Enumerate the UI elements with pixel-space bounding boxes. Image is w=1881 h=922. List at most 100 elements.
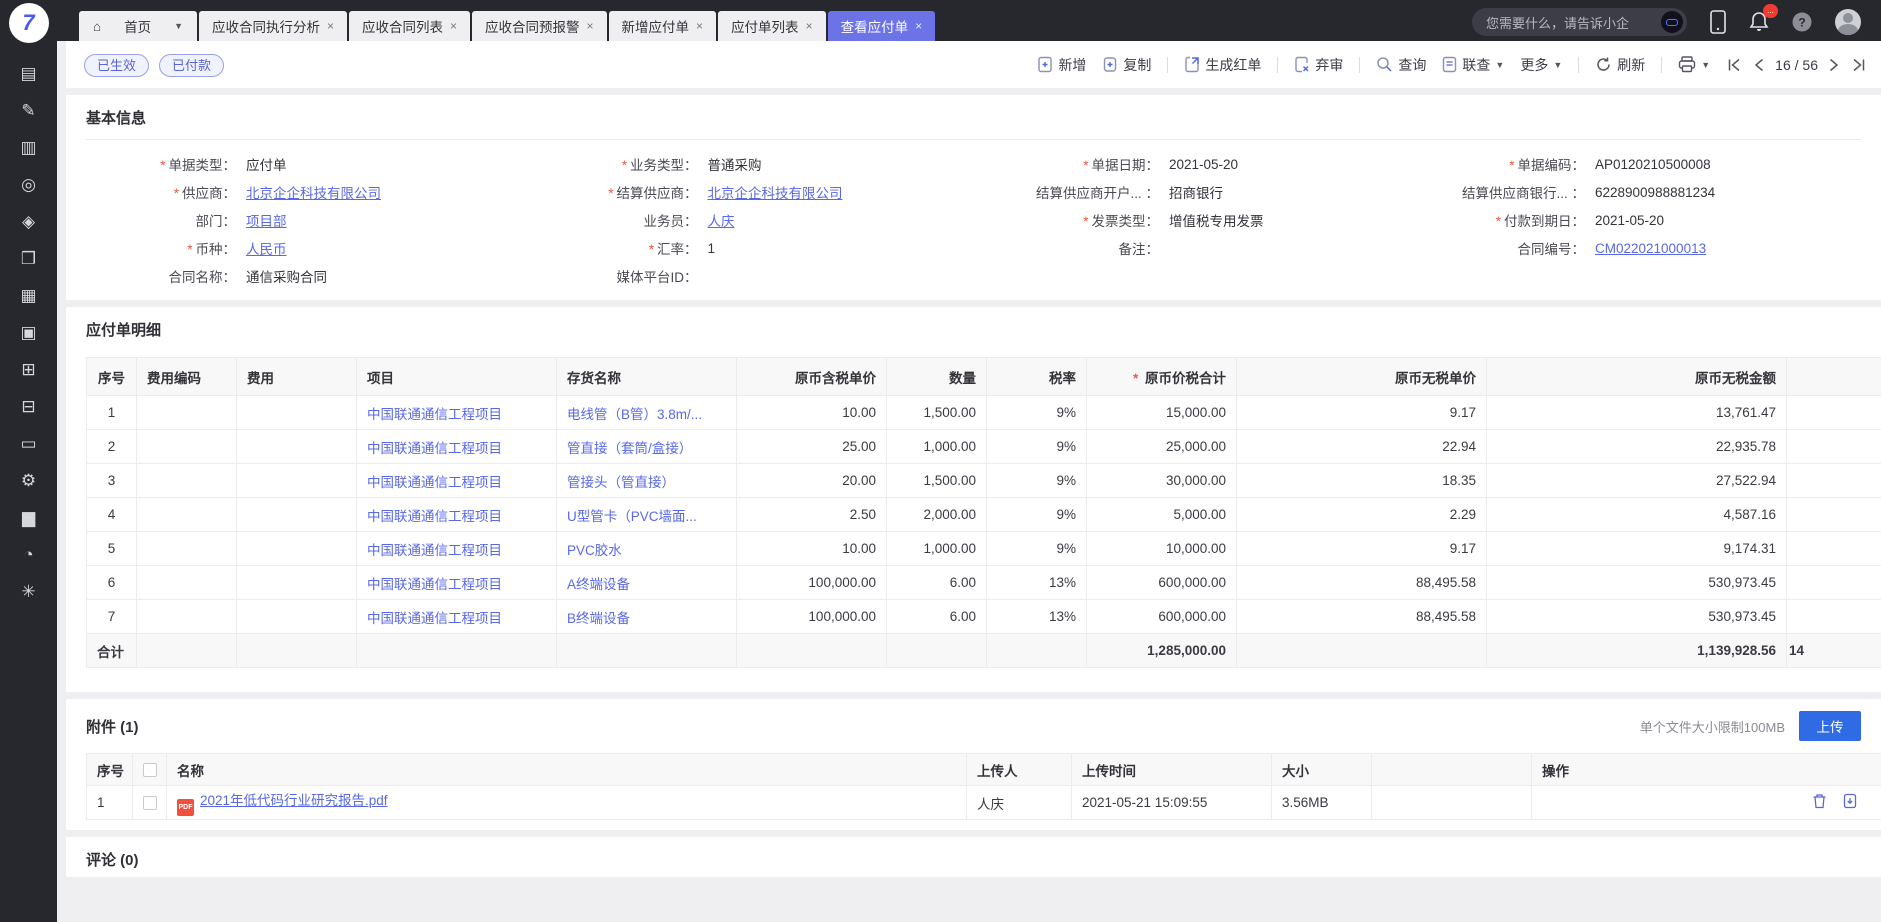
item-link[interactable]: 管直接（套筒/盒接） [567,441,692,456]
form-field-3: *单据日期：2021-05-20 [1009,150,1435,178]
upload-button[interactable]: 上传 [1799,711,1861,741]
toolbar-button-6[interactable]: 联查▼ [1442,55,1504,75]
form-field-9: 部门：项目部 [86,206,548,234]
app-logo[interactable]: 7 [9,3,49,43]
column-header: 原币无税金额 [1487,358,1787,396]
tab-1[interactable]: 应收合同执行分析× [199,11,347,41]
attachment-link[interactable]: 2021年低代码行业研究报告.pdf [200,793,388,808]
field-value[interactable]: 人民币 [246,238,287,258]
item-link[interactable]: PVC胶水 [567,543,622,558]
close-tab-icon[interactable]: × [806,19,813,33]
close-tab-icon[interactable]: × [587,19,594,33]
compose-doc-icon[interactable]: ✎ [0,92,57,129]
project-link[interactable]: 中国联通通信工程项目 [367,475,502,490]
project-link[interactable]: 中国联通通信工程项目 [367,407,502,422]
form-field-4: *单据编码：AP0120210500008 [1435,150,1861,178]
close-tab-icon[interactable]: × [450,19,457,33]
tab-4[interactable]: 新增应付单× [609,11,717,41]
tab-5[interactable]: 应付单列表 × [718,11,826,41]
field-value[interactable]: 人庆 [708,210,735,230]
prev-page-icon[interactable] [1752,57,1765,73]
cell-project: 中国联通通信工程项目 [357,430,557,464]
next-page-icon[interactable] [1828,57,1841,73]
field-label: *单据日期： [1009,154,1159,174]
help-icon[interactable]: ? [1791,11,1813,33]
toolbar-button-1[interactable]: 新增 [1037,55,1086,75]
project-link[interactable]: 中国联通通信工程项目 [367,509,502,524]
field-value[interactable]: 北京企企科技有限公司 [246,182,381,202]
close-tab-icon[interactable]: × [696,19,703,33]
package-icon[interactable]: ❒ [0,240,57,277]
tab-2[interactable]: 应收合同列表× [349,11,470,41]
tab-label: 应付单列表 [731,16,799,36]
basic-info-section: 基本信息 *单据类型：应付单*业务类型：普通采购*单据日期：2021-05-20… [66,95,1881,300]
last-page-icon[interactable] [1851,57,1867,73]
delete-icon[interactable] [1812,793,1827,812]
ledger-icon[interactable]: ▥ [0,129,57,166]
bar-chart-icon[interactable]: ▆ [0,499,57,536]
total-net_price [1237,634,1487,668]
tab-home[interactable]: ⌂ 首页 ▼ [79,11,197,41]
cashbox-icon[interactable]: ▣ [0,314,57,351]
payout-icon[interactable]: ◎ [0,166,57,203]
asterisk-icon[interactable]: ✳ [0,573,57,610]
field-value[interactable]: 项目部 [246,210,287,230]
required-asterisk: * [608,186,613,201]
tab-6[interactable]: 查看应付单× [828,11,936,41]
toolbar-button-3[interactable]: 生成红单 [1184,55,1261,75]
field-value[interactable]: 北京企企科技有限公司 [708,182,843,202]
cell-extra [1787,566,1881,600]
toolbar-button-8[interactable]: 刷新 [1595,55,1645,75]
record-toolbar: 已生效已付款 新增复制生成红单弃审查询联查▼更多▼刷新 ▼ 16 / 56 [66,41,1881,88]
id-card-icon[interactable]: ▭ [0,425,57,462]
close-tab-icon[interactable]: × [915,19,922,33]
mobile-icon[interactable] [1709,10,1727,34]
calculator-icon[interactable]: ▦ [0,277,57,314]
more-button[interactable]: 更多▼ [1520,55,1562,75]
toolbar-button-2[interactable]: 复制 [1102,55,1151,75]
cell-price: 100,000.00 [737,566,887,600]
project-link[interactable]: 中国联通通信工程项目 [367,611,502,626]
required-asterisk: * [174,186,179,201]
project-link[interactable]: 中国联通通信工程项目 [367,441,502,456]
first-page-icon[interactable] [1726,57,1742,73]
status-badge: 已生效 [84,54,149,77]
preview-download-icon[interactable] [1843,793,1857,812]
field-value[interactable]: CM022021000013 [1595,241,1706,256]
print-button[interactable]: ▼ [1678,56,1710,73]
cell-total: 15,000.00 [1087,396,1237,430]
total-net_amount: 1,139,928.56 [1487,634,1787,668]
toolbar-button-4[interactable]: 弃审 [1294,55,1343,75]
project-link[interactable]: 中国联通通信工程项目 [367,543,502,558]
user-avatar[interactable] [1835,9,1861,35]
table-row: 4中国联通通信工程项目U型管卡（PVC墙面...2.502,000.009%5,… [87,498,1881,532]
item-link[interactable]: 管接头（管直接） [567,475,675,490]
close-tab-icon[interactable]: × [327,19,334,33]
cell-no: 4 [87,498,137,532]
bell-icon[interactable]: ... [1749,11,1769,33]
project-link[interactable]: 中国联通通信工程项目 [367,577,502,592]
row-checkbox[interactable] [143,796,157,810]
cell-qty: 1,500.00 [887,396,987,430]
assistant-search-placeholder: 您需要什么，请告诉小企 [1486,13,1629,32]
cell-fee_code [137,532,237,566]
item-link[interactable]: U型管卡（PVC墙面... [567,509,697,524]
toolbar-button-5[interactable]: 查询 [1376,55,1426,75]
assistant-search-input[interactable]: 您需要什么，请告诉小企 [1472,8,1687,36]
apps-grid-icon[interactable]: ⊞ [0,351,57,388]
toolbar-separator [1578,57,1579,73]
tab-3[interactable]: 应收合同预报警× [472,11,607,41]
menu-list-icon[interactable]: ▤ [0,55,57,92]
item-link[interactable]: 电线管（B管）3.8m/... [567,407,702,422]
settings-gear-icon[interactable]: ⚙ [0,462,57,499]
required-asterisk: * [187,242,192,257]
history-clock-icon[interactable]: ◔ [0,536,57,573]
cell-net_price: 88,495.58 [1237,566,1487,600]
billing-doc-icon[interactable]: ⊟ [0,388,57,425]
item-link[interactable]: B终端设备 [567,611,630,626]
guarantee-icon[interactable]: ◈ [0,203,57,240]
cell-price: 10.00 [737,396,887,430]
attachments-title: 附件 (1) [86,716,139,737]
select-all-checkbox[interactable] [143,763,157,777]
item-link[interactable]: A终端设备 [567,577,630,592]
